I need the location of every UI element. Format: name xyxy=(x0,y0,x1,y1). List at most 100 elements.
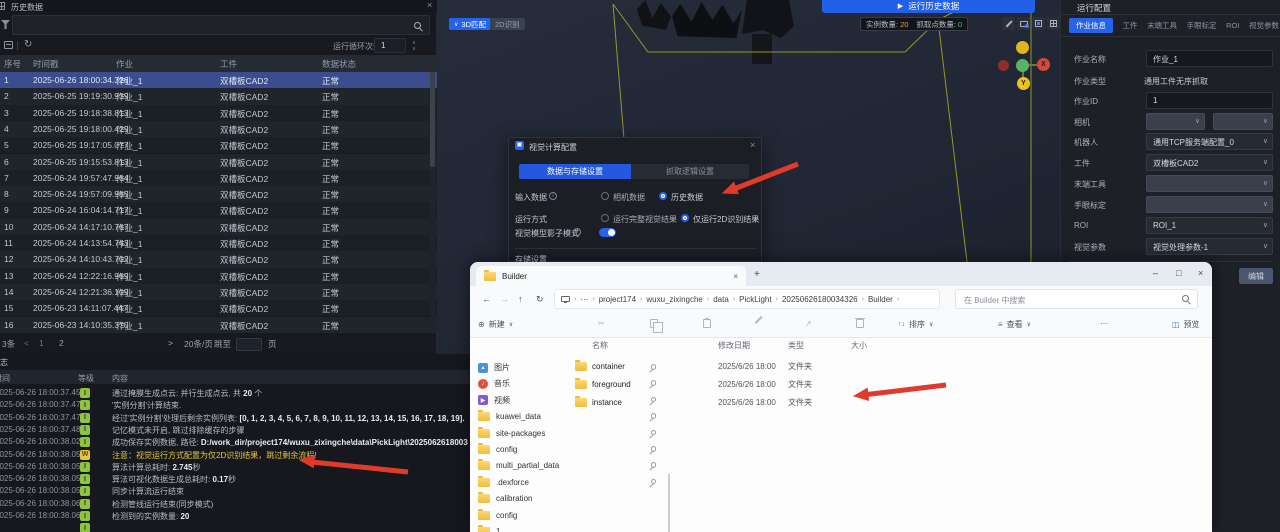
tab-data-storage[interactable]: 数据与存储设置 xyxy=(519,164,631,179)
table-row[interactable]: 152025-06-23 14:11:07.447作业_1双槽板CAD2正常 xyxy=(0,300,437,316)
maximize-button[interactable]: □ xyxy=(1176,268,1181,278)
column-date[interactable]: 修改日期 xyxy=(718,340,750,351)
field-select[interactable]: ∨ xyxy=(1146,196,1273,213)
refresh-icon[interactable]: ↻ xyxy=(24,39,32,50)
table-row[interactable]: 12025-06-26 18:00:34.326作业_1双槽板CAD2正常 xyxy=(0,72,437,88)
table-row[interactable]: 142025-06-24 12:21:36.109作业_1双槽板CAD2正常 xyxy=(0,284,437,300)
close-tab-icon[interactable]: × xyxy=(733,272,738,281)
radio-2d-only[interactable] xyxy=(681,214,689,222)
config-tab-1[interactable]: 作业信息 xyxy=(1069,18,1113,33)
table-row[interactable]: 122025-06-24 14:10:43.702作业_1双槽板CAD2正常 xyxy=(0,251,437,267)
field-select[interactable]: 视觉处理参数-1∨ xyxy=(1146,238,1273,255)
cut-icon[interactable]: ✂ xyxy=(598,319,605,328)
table-row[interactable]: 32025-06-25 19:18:38.813作业_1双槽板CAD2正常 xyxy=(0,105,437,121)
radio-history-data-label[interactable]: 历史数据 xyxy=(671,192,703,203)
breadcrumb[interactable]: ›⋯›project174›wuxu_zixingche›data›PickLi… xyxy=(554,289,940,309)
gizmo-axis-top[interactable] xyxy=(1016,41,1029,54)
sidebar-scrollbar[interactable] xyxy=(668,474,670,532)
radio-full-vision-label[interactable]: 运行完整视觉结果 xyxy=(613,214,677,225)
field-select[interactable]: ∨ xyxy=(1213,113,1273,130)
camera-view-button[interactable] xyxy=(1017,17,1030,30)
table-row[interactable]: 112025-06-24 14:13:54.743作业_1双槽板CAD2正常 xyxy=(0,235,437,251)
new-tab-button[interactable]: + xyxy=(754,269,760,280)
jump-page-input[interactable] xyxy=(236,338,262,351)
breadcrumb-item[interactable]: project174 xyxy=(599,295,636,304)
forward-icon[interactable]: → xyxy=(500,294,509,304)
sidebar-item-config[interactable]: config xyxy=(478,508,664,523)
column-type[interactable]: 类型 xyxy=(788,340,804,351)
field-select[interactable]: ∨ xyxy=(1146,113,1205,130)
field-select[interactable]: ∨ xyxy=(1146,175,1273,192)
table-row[interactable]: 92025-06-24 16:04:14.717作业_1双槽板CAD2正常 xyxy=(0,202,437,218)
tab-grasp-logic[interactable]: 抓取逻辑设置 xyxy=(631,164,749,179)
loop-count-stepper[interactable]: ∧∨ xyxy=(408,38,420,53)
radio-camera-data[interactable] xyxy=(601,192,609,200)
table-row[interactable]: 132025-06-24 12:22:16.969作业_1双槽板CAD2正常 xyxy=(0,268,437,284)
explorer-search-input[interactable]: 在 Builder 中搜索 xyxy=(955,289,1198,309)
sidebar-item-site-packages[interactable]: site-packages xyxy=(478,426,664,441)
minimize-button[interactable]: – xyxy=(1153,268,1158,278)
file-row-container[interactable]: container2025/6/26 18:00文件夹 xyxy=(470,358,1030,375)
config-tab-2[interactable]: 工件 xyxy=(1123,20,1138,31)
measure-tool-button[interactable] xyxy=(1002,17,1015,30)
table-row[interactable]: 62025-06-25 19:15:53.813作业_1双槽板CAD2正常 xyxy=(0,154,437,170)
table-row[interactable]: 102025-06-24 14:17:10.767作业_1双槽板CAD2正常 xyxy=(0,219,437,235)
up-icon[interactable]: ↑ xyxy=(518,294,523,304)
edit-button[interactable]: 编辑 xyxy=(1239,268,1273,284)
3d-match-button[interactable]: ∨ 3D匹配 xyxy=(449,18,491,30)
radio-2d-only-label[interactable]: 仅运行2D识别结果 xyxy=(693,214,759,225)
field-input[interactable]: 1 xyxy=(1146,92,1273,109)
paste-icon[interactable] xyxy=(703,319,711,328)
radio-camera-data-label[interactable]: 相机数据 xyxy=(613,192,645,203)
config-tab-4[interactable]: 手眼标定 xyxy=(1187,20,1217,31)
sidebar-item-calibration[interactable]: calibration xyxy=(478,491,664,506)
breadcrumb-item[interactable]: PickLight xyxy=(739,295,771,304)
sort-button[interactable]: ↑↓排序∨ xyxy=(898,319,933,330)
loop-count-input[interactable]: 1 xyxy=(374,38,406,53)
box-view-button[interactable] xyxy=(1032,17,1045,30)
prev-page-button[interactable]: < xyxy=(24,338,29,348)
breadcrumb-item[interactable]: wuxu_zixingche xyxy=(646,295,702,304)
table-row[interactable]: 72025-06-24 19:57:47.964作业_1双槽板CAD2正常 xyxy=(0,170,437,186)
page-1-button[interactable]: 1 xyxy=(39,338,44,348)
rename-icon[interactable] xyxy=(754,319,763,321)
share-icon[interactable]: ↗ xyxy=(805,319,812,328)
history-search-input[interactable] xyxy=(12,15,430,35)
sidebar-item-1[interactable]: 1 xyxy=(478,524,664,532)
close-window-button[interactable]: × xyxy=(1198,268,1203,278)
run-history-data-button[interactable]: ▶ 运行历史数据 xyxy=(822,0,1035,13)
grid-view-button[interactable] xyxy=(1047,17,1060,30)
config-tab-3[interactable]: 末端工具 xyxy=(1147,20,1177,31)
breadcrumb-item[interactable]: Builder xyxy=(868,295,893,304)
config-tab-5[interactable]: ROI xyxy=(1226,21,1239,30)
gizmo-axis-left[interactable] xyxy=(998,60,1009,71)
shadow-mode-toggle[interactable] xyxy=(599,228,616,237)
per-page-label[interactable]: 20条/页 xyxy=(184,338,213,350)
breadcrumb-item[interactable]: 20250626180034326 xyxy=(782,295,858,304)
file-row-foreground[interactable]: foreground2025/6/26 18:00文件夹 xyxy=(470,376,1030,393)
explorer-tab-builder[interactable]: Builder × xyxy=(476,266,746,286)
copy-icon[interactable] xyxy=(650,319,658,328)
sidebar-item-.dexforce[interactable]: .dexforce xyxy=(478,475,664,490)
close-icon[interactable]: × xyxy=(750,141,755,150)
next-page-button[interactable]: > xyxy=(168,338,173,348)
gizmo-axis-x[interactable]: X xyxy=(1037,58,1050,71)
field-select[interactable]: ROI_1∨ xyxy=(1146,217,1273,234)
field-select[interactable]: 通用TCP服务端配置_0∨ xyxy=(1146,133,1273,150)
file-row-instance[interactable]: instance2025/6/26 18:00文件夹 xyxy=(470,394,1030,411)
scrollbar-thumb[interactable] xyxy=(430,72,435,167)
delete-icon[interactable] xyxy=(856,319,864,328)
sidebar-item-kuawei_data[interactable]: kuawei_data xyxy=(478,409,664,424)
field-select[interactable]: 双槽板CAD2∨ xyxy=(1146,154,1273,171)
table-row[interactable]: 22025-06-25 19:19:30.939作业_1双槽板CAD2正常 xyxy=(0,88,437,104)
archive-icon[interactable] xyxy=(4,41,13,49)
table-row[interactable]: 82025-06-24 19:57:09.985作业_1双槽板CAD2正常 xyxy=(0,186,437,202)
column-size[interactable]: 大小 xyxy=(851,340,867,351)
view-button[interactable]: ≡查看∨ xyxy=(998,319,1031,330)
column-name[interactable]: 名称 xyxy=(592,340,608,351)
back-icon[interactable]: ← xyxy=(482,294,491,304)
preview-button[interactable]: ◫预览 xyxy=(1172,319,1200,330)
page-2-button[interactable]: 2 xyxy=(59,338,64,348)
field-input[interactable]: 作业_1 xyxy=(1146,50,1273,67)
gizmo-axis-y[interactable]: Y xyxy=(1017,77,1030,90)
